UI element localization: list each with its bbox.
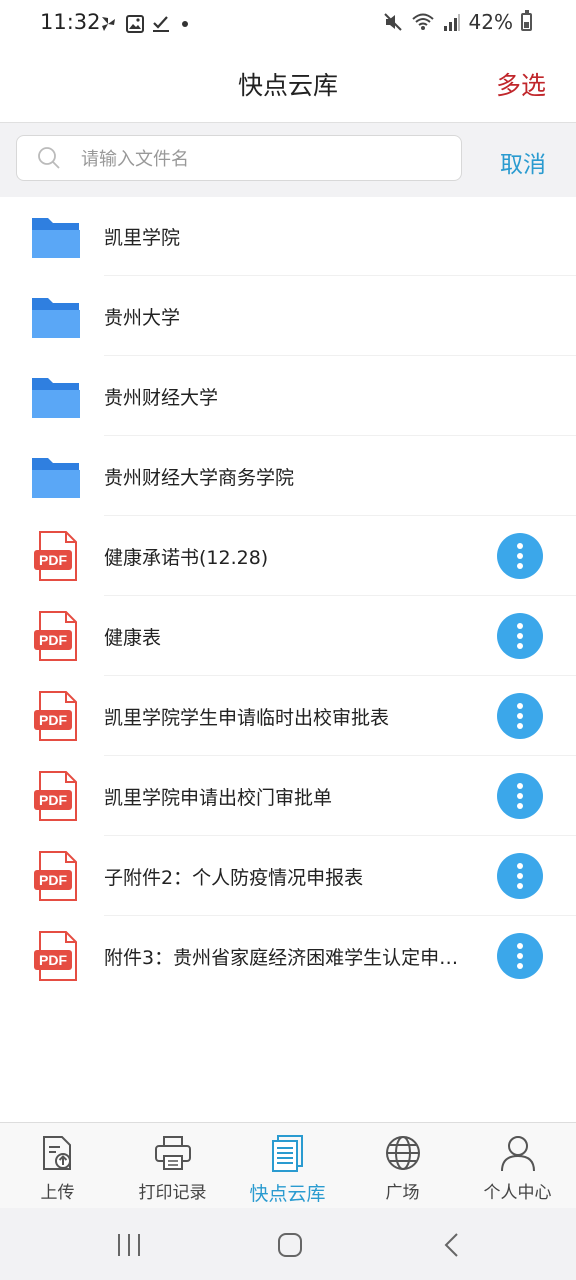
wifi-icon (411, 13, 434, 30)
more-options-button[interactable] (497, 853, 543, 899)
pdf-icon-text: PDF (39, 792, 67, 808)
more-options-button[interactable] (497, 773, 543, 819)
file-name: 凯里学院学生申请临时出校审批表 (104, 707, 390, 729)
nav-profile-label: 个人中心 (483, 1183, 552, 1203)
list-item[interactable]: 贵州财经大学 (0, 356, 576, 436)
pdf-icon: PDF (34, 611, 77, 661)
list-item[interactable]: PDF 健康表 (0, 596, 576, 676)
list-item[interactable]: PDF 健康承诺书(12.28) (0, 516, 576, 596)
more-options-button[interactable] (497, 933, 543, 979)
file-name: 凯里学院申请出校门审批单 (104, 787, 333, 809)
status-time: 11:32 (40, 10, 101, 34)
battery-percent: 42% (468, 10, 513, 34)
globe-icon (386, 1136, 420, 1170)
list-item[interactable]: PDF 附件3：贵州省家庭经济困难学生认定申… (0, 916, 576, 996)
cancel-button[interactable]: 取消 (500, 145, 546, 179)
pdf-icon-text: PDF (39, 952, 67, 968)
list-item[interactable]: 凯里学院 (0, 196, 576, 276)
document-list-icon (272, 1135, 303, 1172)
image-icon (126, 15, 144, 33)
file-name: 子附件2：个人防疫情况申报表 (104, 867, 364, 889)
multi-select-button[interactable]: 多选 (496, 66, 546, 102)
file-list: 凯里学院 贵州大学 贵州财经大学 贵州财经大学商务学院 PDF 健康承诺书(12… (0, 196, 576, 996)
dot-icon (182, 21, 188, 27)
pdf-icon-text: PDF (39, 552, 67, 568)
search-icon (38, 147, 60, 169)
status-bar: 11:32 42% (0, 0, 576, 48)
check-task-icon (153, 16, 169, 32)
list-item[interactable]: PDF 凯里学院申请出校门审批单 (0, 756, 576, 836)
nav-upload-label: 上传 (40, 1183, 75, 1203)
search-input[interactable] (79, 144, 443, 174)
list-item[interactable]: 贵州财经大学商务学院 (0, 436, 576, 516)
list-item[interactable]: 贵州大学 (0, 276, 576, 356)
pdf-icon: PDF (34, 931, 77, 981)
list-item[interactable]: PDF 凯里学院学生申请临时出校审批表 (0, 676, 576, 756)
system-nav-bar (0, 1208, 576, 1280)
signal-icon (443, 14, 460, 31)
file-name: 贵州大学 (104, 307, 181, 329)
pdf-icon: PDF (34, 531, 77, 581)
upload-icon (43, 1136, 71, 1170)
page-title: 快点云库 (237, 71, 338, 100)
folder-icon (32, 458, 80, 498)
nav-profile[interactable]: 个人中心 (460, 1123, 575, 1209)
file-name: 贵州财经大学 (104, 387, 219, 409)
battery-icon (521, 10, 532, 31)
pdf-icon-text: PDF (39, 872, 67, 888)
home-icon[interactable] (277, 1232, 303, 1258)
person-icon (501, 1136, 535, 1172)
pdf-icon: PDF (34, 691, 77, 741)
mute-icon (383, 13, 402, 31)
nav-upload[interactable]: 上传 (0, 1123, 115, 1209)
folder-icon (32, 378, 80, 418)
folder-icon (32, 298, 80, 338)
notification-icons (98, 14, 192, 34)
pdf-icon: PDF (34, 851, 77, 901)
file-name: 健康承诺书(12.28) (104, 547, 269, 569)
file-name: 凯里学院 (104, 227, 181, 249)
search-box[interactable] (16, 135, 462, 181)
file-name: 贵州财经大学商务学院 (104, 467, 295, 489)
nav-cloud-library-label: 快点云库 (249, 1183, 326, 1205)
nav-print-records-label: 打印记录 (138, 1183, 207, 1203)
printer-icon (155, 1136, 191, 1170)
title-bar: 快点云库 多选 (0, 48, 576, 122)
nav-plaza-label: 广场 (385, 1183, 420, 1203)
file-name: 健康表 (104, 627, 162, 649)
folder-icon (32, 218, 80, 258)
pinwheel-icon (102, 17, 115, 31)
more-options-button[interactable] (497, 693, 543, 739)
list-item[interactable]: PDF 子附件2：个人防疫情况申报表 (0, 836, 576, 916)
pdf-icon-text: PDF (39, 712, 67, 728)
nav-print-records[interactable]: 打印记录 (115, 1123, 230, 1209)
nav-plaza[interactable]: 广场 (345, 1123, 460, 1209)
pdf-icon-text: PDF (39, 632, 67, 648)
file-name: 附件3：贵州省家庭经济困难学生认定申… (104, 947, 459, 969)
back-icon[interactable] (440, 1232, 466, 1258)
recent-apps-icon[interactable] (116, 1232, 142, 1258)
nav-cloud-library[interactable]: 快点云库 (230, 1123, 345, 1209)
more-options-button[interactable] (497, 613, 543, 659)
pdf-icon: PDF (34, 771, 77, 821)
bottom-nav: 上传 打印记录 快点云库 广场 个人中心 (0, 1122, 576, 1209)
more-options-button[interactable] (497, 533, 543, 579)
